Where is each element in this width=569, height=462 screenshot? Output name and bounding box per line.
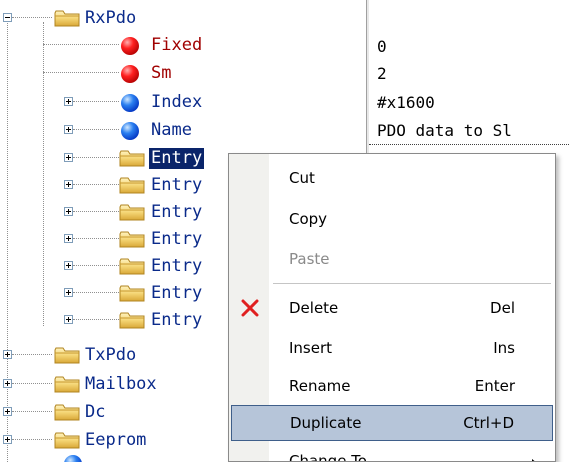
menu-item-label: Change To (289, 452, 367, 462)
expand-toggle[interactable] (64, 315, 73, 324)
expand-toggle[interactable] (64, 288, 73, 297)
tree-label: Entry (151, 256, 203, 276)
tree-node-rxpdo[interactable]: RxPdo (0, 6, 366, 33)
expand-toggle[interactable] (3, 379, 12, 388)
value-fixed: 0 (377, 37, 387, 56)
menu-item-duplicate[interactable]: Duplicate Ctrl+D (231, 405, 553, 441)
red-bullet-icon (121, 65, 139, 83)
tree-label: Sm (151, 63, 172, 83)
menu-item-delete[interactable]: Delete Del (231, 290, 553, 326)
expand-toggle[interactable] (64, 234, 73, 243)
value-divider (369, 144, 569, 145)
folder-icon (119, 258, 145, 275)
tree-label: Entry (151, 202, 203, 222)
menu-item-paste[interactable]: Paste (231, 241, 553, 277)
value-index: #x1600 (377, 93, 435, 112)
tree-label: Entry (151, 229, 203, 249)
menu-item-insert[interactable]: Insert Ins (231, 330, 553, 366)
expand-toggle[interactable] (64, 207, 73, 216)
tree-label: TxPdo (85, 345, 137, 365)
expand-toggle[interactable] (64, 153, 73, 162)
tree-label: Entry (151, 283, 203, 303)
menu-item-label: Duplicate (290, 414, 362, 432)
menu-item-copy[interactable]: Copy (231, 201, 553, 237)
tree-label: Entry (151, 175, 203, 195)
expand-toggle[interactable] (64, 125, 73, 134)
menu-item-label: Delete (289, 299, 339, 317)
folder-icon (119, 231, 145, 248)
folder-icon (54, 376, 80, 393)
expand-toggle[interactable] (3, 407, 12, 416)
red-bullet-icon (121, 37, 139, 55)
value-sm: 2 (377, 64, 387, 83)
menu-item-cut[interactable]: Cut (231, 160, 553, 196)
folder-icon (54, 404, 80, 421)
expand-toggle[interactable] (64, 261, 73, 270)
tree-label: Mailbox (85, 374, 157, 394)
folder-icon (119, 150, 145, 167)
menu-item-label: Paste (289, 250, 330, 268)
folder-icon (54, 432, 80, 449)
menu-item-shortcut: Ins (493, 339, 515, 357)
tree-node-name[interactable]: Name (0, 118, 366, 145)
tree-node-sm[interactable]: Sm (0, 61, 366, 88)
tree-label: Entry (149, 148, 205, 169)
expand-toggle[interactable] (64, 180, 73, 189)
tree-label: RxPdo (85, 8, 137, 28)
tree-node-fixed[interactable]: Fixed (0, 33, 366, 60)
blue-bullet-icon (64, 455, 82, 462)
tree-label: Entry (151, 310, 203, 330)
folder-icon (119, 177, 145, 194)
tree-node-index[interactable]: Index (0, 90, 366, 117)
folder-icon (54, 10, 80, 27)
menu-item-label: Rename (289, 377, 351, 395)
menu-item-label: Insert (289, 339, 333, 357)
delete-x-icon (241, 299, 259, 317)
menu-item-rename[interactable]: Rename Enter (231, 368, 553, 404)
expand-toggle[interactable] (3, 435, 12, 444)
blue-bullet-icon (121, 122, 139, 140)
tree-label: Name (151, 120, 192, 140)
collapse-toggle[interactable] (3, 13, 12, 22)
value-name: PDO data to Sl (377, 121, 512, 140)
menu-item-label: Copy (289, 210, 328, 228)
tree-label: Fixed (151, 35, 203, 55)
tree-label: Index (151, 92, 203, 112)
folder-icon (54, 347, 80, 364)
expand-toggle[interactable] (64, 97, 73, 106)
menu-separator (273, 283, 551, 284)
folder-icon (119, 312, 145, 329)
menu-item-shortcut: Enter (474, 377, 515, 395)
menu-item-label: Cut (289, 169, 315, 187)
context-menu[interactable]: Cut Copy Paste Delete Del Insert Ins Ren… (228, 153, 556, 462)
folder-icon (119, 285, 145, 302)
blue-bullet-icon (121, 94, 139, 112)
menu-item-shortcut: Del (490, 299, 515, 317)
menu-item-change-to[interactable]: Change To (231, 443, 553, 462)
menu-item-shortcut: Ctrl+D (463, 414, 514, 432)
expand-toggle[interactable] (3, 350, 12, 359)
tree-label: Dc (85, 402, 106, 422)
tree-label: Eeprom (85, 430, 147, 450)
folder-icon (119, 204, 145, 221)
